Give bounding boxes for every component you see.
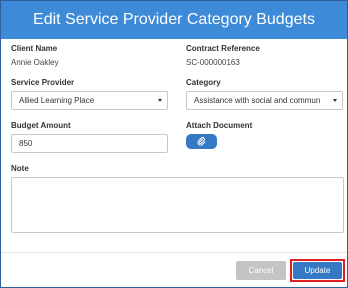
contract-reference-label: Contract Reference	[186, 44, 260, 53]
dialog-title: Edit Service Provider Category Budgets	[1, 1, 347, 39]
budget-amount-label: Budget Amount	[11, 121, 71, 130]
update-button[interactable]: Update	[293, 262, 342, 279]
service-provider-label: Service Provider	[11, 78, 75, 87]
cancel-button[interactable]: Cancel	[236, 261, 286, 280]
category-selected: Assistance with social and commun	[194, 96, 321, 105]
footer-divider	[1, 252, 347, 253]
client-name-value: Annie Oakley	[11, 58, 59, 67]
client-name-label: Client Name	[11, 44, 58, 53]
note-textarea[interactable]	[11, 177, 344, 233]
service-provider-selected: Allied Learning Place	[19, 96, 95, 105]
budget-amount-input[interactable]: 850	[11, 134, 168, 153]
chevron-down-icon	[158, 99, 162, 102]
paperclip-icon	[197, 137, 206, 146]
category-select[interactable]: Assistance with social and commun	[186, 91, 343, 110]
dialog-window: Edit Service Provider Category Budgets C…	[0, 0, 348, 288]
note-label: Note	[11, 164, 29, 173]
contract-reference-value: SC-000000163	[186, 58, 240, 67]
category-label: Category	[186, 78, 221, 87]
attach-document-button[interactable]	[186, 134, 217, 149]
chevron-down-icon	[333, 99, 337, 102]
attach-document-label: Attach Document	[186, 121, 253, 130]
service-provider-select[interactable]: Allied Learning Place	[11, 91, 168, 110]
